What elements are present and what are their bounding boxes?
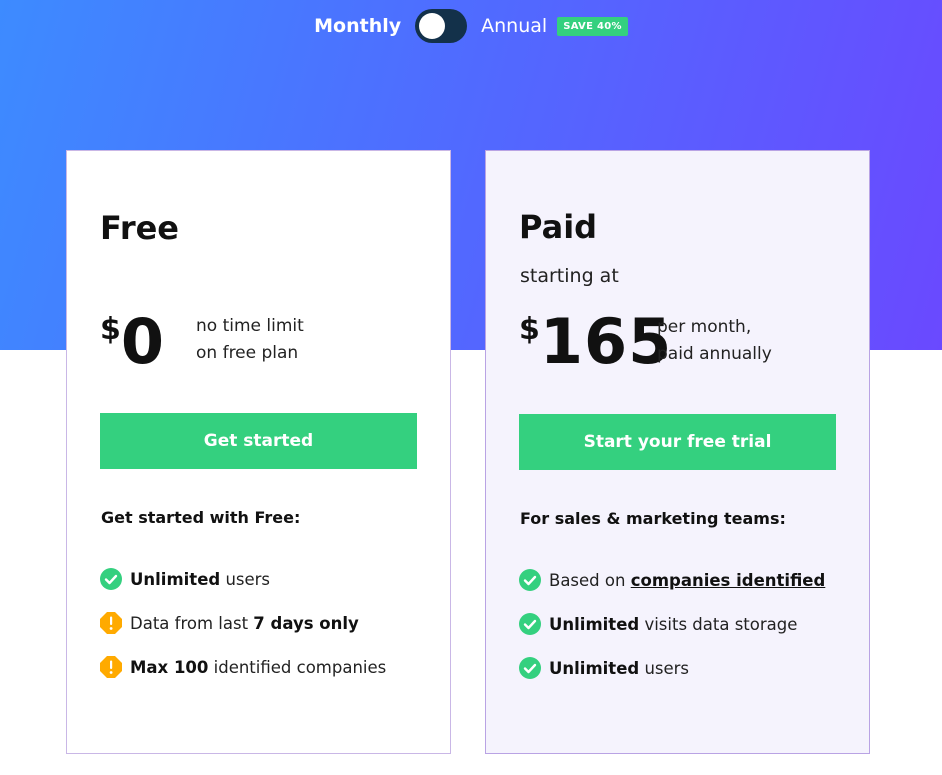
starting-at-label: starting at <box>520 265 619 287</box>
billing-toggle-row: Monthly Annual SAVE 40% <box>0 6 942 46</box>
price-note-line-2: paid annually <box>657 344 772 364</box>
feature-text: Based on companies identified <box>549 570 826 590</box>
companies-identified-link[interactable]: companies identified <box>631 571 826 590</box>
paid-plan-card: Paid starting at $ 165 per month, paid a… <box>485 150 870 754</box>
warning-octagon-icon <box>100 656 122 678</box>
plan-title: Paid <box>519 208 598 246</box>
price-note-line-1: no time limit <box>196 316 304 336</box>
features-title: For sales & marketing teams: <box>520 509 786 528</box>
price-currency: $ <box>519 312 540 347</box>
feature-text: Max 100 identified companies <box>130 657 387 677</box>
feature-list: Unlimited users Data from last 7 days on… <box>100 557 386 689</box>
monthly-label[interactable]: Monthly <box>314 15 401 37</box>
price-note-line-2: on free plan <box>196 343 299 363</box>
check-circle-icon <box>100 568 122 590</box>
feature-text: Data from last 7 days only <box>130 613 359 633</box>
list-item: Based on companies identified <box>519 558 825 602</box>
feature-list: Based on companies identified Unlimited … <box>519 558 825 690</box>
list-item: Unlimited visits data storage <box>519 602 825 646</box>
list-item: Max 100 identified companies <box>100 645 386 689</box>
price-note: per month, paid annually <box>657 314 772 368</box>
free-plan-card: Free $ 0 no time limit on free plan Get … <box>66 150 451 754</box>
check-circle-icon <box>519 657 541 679</box>
price-currency: $ <box>100 312 121 347</box>
check-circle-icon <box>519 569 541 591</box>
price: $ 165 <box>519 311 672 373</box>
price-amount: 0 <box>120 305 166 378</box>
feature-text: Unlimited users <box>130 569 271 589</box>
warning-octagon-icon <box>100 612 122 634</box>
annual-label[interactable]: Annual <box>481 15 547 37</box>
price-note: no time limit on free plan <box>196 313 304 367</box>
list-item: Data from last 7 days only <box>100 601 386 645</box>
billing-period-switch[interactable] <box>415 9 468 43</box>
list-item: Unlimited users <box>519 646 825 690</box>
price: $ 0 <box>100 311 165 373</box>
feature-text: Unlimited visits data storage <box>549 614 798 634</box>
get-started-button[interactable]: Get started <box>100 413 417 469</box>
start-free-trial-button[interactable]: Start your free trial <box>519 414 836 470</box>
check-circle-icon <box>519 613 541 635</box>
switch-knob <box>419 13 446 39</box>
save-badge: SAVE 40% <box>557 16 628 36</box>
features-title: Get started with Free: <box>101 508 301 527</box>
feature-text: Unlimited users <box>549 658 690 678</box>
plan-title: Free <box>100 209 179 247</box>
price-note-line-1: per month, <box>657 317 752 337</box>
price-amount: 165 <box>539 305 673 378</box>
list-item: Unlimited users <box>100 557 386 601</box>
